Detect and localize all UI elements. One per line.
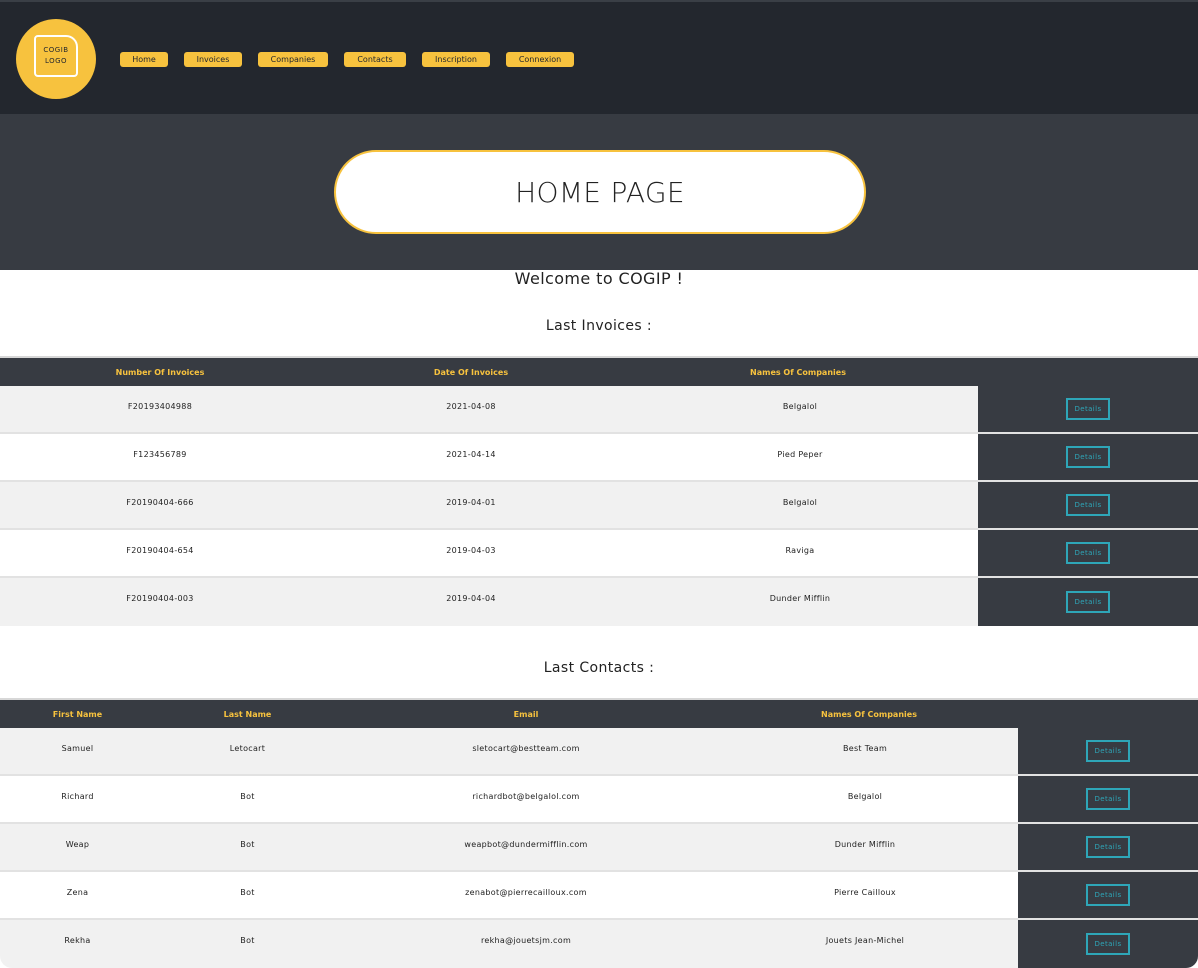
nav-home[interactable]: Home: [120, 52, 168, 67]
contact-company: Belgalol: [847, 792, 883, 801]
top-navbar: COGIB LOGO Home Invoices Companies Conta…: [0, 0, 1198, 114]
contact-email: richardbot@belgalol.com: [472, 792, 580, 801]
hero-banner: HOME PAGE: [0, 114, 1198, 270]
column-header-actions: [974, 358, 1198, 386]
page-title: HOME PAGE: [334, 150, 866, 234]
contact-first-name: Samuel: [61, 744, 94, 753]
table-row: F123456789 2021-04-14 Pied Peper Details: [0, 434, 1198, 482]
contact-last-name: Bot: [240, 840, 255, 849]
details-button[interactable]: Details: [1066, 493, 1110, 516]
contact-company: Dunder Mifflin: [834, 840, 896, 849]
nav-contacts[interactable]: Contacts: [344, 52, 406, 67]
table-row: F20190404-666 2019-04-01 Belgalol Detail…: [0, 482, 1198, 530]
row-actions: Details: [1018, 920, 1198, 968]
row-actions: Details: [1018, 728, 1198, 774]
invoice-number: F20190404-666: [126, 498, 194, 507]
table-row: Richard Bot richardbot@belgalol.com Belg…: [0, 776, 1198, 824]
column-header: Email: [513, 709, 539, 719]
column-header: First Name: [52, 709, 103, 719]
logo-text-line-2: LOGO: [44, 57, 68, 65]
invoice-number: F20190404-654: [126, 546, 194, 555]
contact-last-name: Bot: [240, 888, 255, 897]
main-nav: Home Invoices Companies Contacts Inscrip…: [120, 52, 574, 67]
contact-email: zenabot@pierrecailloux.com: [465, 888, 587, 897]
row-actions: Details: [978, 386, 1198, 432]
contact-last-name: Bot: [240, 792, 255, 801]
contacts-table: First Name Last Name Email Names Of Comp…: [0, 698, 1198, 968]
column-header: Number Of Invoices: [115, 367, 205, 377]
nav-invoices[interactable]: Invoices: [184, 52, 242, 67]
invoices-table-header: Number Of Invoices Date Of Invoices Name…: [0, 356, 1198, 386]
contact-last-name: Letocart: [229, 744, 266, 753]
invoice-date: 2019-04-04: [446, 594, 496, 603]
logo-text-line-1: COGIB: [43, 46, 69, 54]
row-actions: Details: [1018, 872, 1198, 918]
invoice-company: Belgalol: [782, 498, 818, 507]
contact-first-name: Richard: [61, 792, 94, 801]
contact-first-name: Rekha: [64, 936, 91, 945]
contact-email: rekha@jouetsjm.com: [480, 936, 572, 945]
invoices-section-title: Last Invoices :: [545, 318, 653, 334]
invoice-company: Pied Peper: [777, 450, 823, 459]
details-button[interactable]: Details: [1066, 541, 1110, 564]
row-actions: Details: [1018, 824, 1198, 870]
nav-companies[interactable]: Companies: [258, 52, 328, 67]
table-row: F20190404-654 2019-04-03 Raviga Details: [0, 530, 1198, 578]
table-row: F20193404988 2021-04-08 Belgalol Details: [0, 386, 1198, 434]
details-button[interactable]: Details: [1086, 787, 1130, 810]
table-row: Rekha Bot rekha@jouetsjm.com Jouets Jean…: [0, 920, 1198, 968]
details-button[interactable]: Details: [1086, 739, 1130, 762]
column-header-actions: [1026, 700, 1198, 728]
details-button[interactable]: Details: [1086, 883, 1130, 906]
contact-email: weapbot@dundermifflin.com: [464, 840, 588, 849]
invoices-table: Number Of Invoices Date Of Invoices Name…: [0, 356, 1198, 626]
column-header: Date Of Invoices: [433, 367, 509, 377]
nav-inscription[interactable]: Inscription: [422, 52, 490, 67]
contact-email: sletocart@bestteam.com: [472, 744, 580, 753]
column-header: Names Of Companies: [821, 709, 917, 719]
contacts-section-title: Last Contacts :: [543, 660, 655, 676]
table-row: F20190404-003 2019-04-04 Dunder Mifflin …: [0, 578, 1198, 626]
details-button[interactable]: Details: [1086, 835, 1130, 858]
invoice-number: F20193404988: [127, 402, 193, 411]
column-header: Last Name: [223, 709, 272, 719]
invoice-number: F123456789: [133, 450, 187, 459]
contact-company: Pierre Cailloux: [834, 888, 896, 897]
invoice-date: 2019-04-01: [446, 498, 496, 507]
row-actions: Details: [978, 434, 1198, 480]
contact-last-name: Bot: [240, 936, 255, 945]
nav-connexion[interactable]: Connexion: [506, 52, 574, 67]
table-row: Zena Bot zenabot@pierrecailloux.com Pier…: [0, 872, 1198, 920]
invoice-company: Belgalol: [782, 402, 818, 411]
contact-company: Jouets Jean-Michel: [825, 936, 905, 945]
row-actions: Details: [978, 530, 1198, 576]
details-button[interactable]: Details: [1066, 445, 1110, 468]
invoice-date: 2021-04-14: [446, 450, 496, 459]
contact-company: Best Team: [842, 744, 888, 753]
contacts-table-header: First Name Last Name Email Names Of Comp…: [0, 698, 1198, 728]
invoice-company: Dunder Mifflin: [769, 594, 831, 603]
contact-first-name: Zena: [66, 888, 89, 897]
row-actions: Details: [1018, 776, 1198, 822]
details-button[interactable]: Details: [1066, 397, 1110, 420]
logo-frame: COGIB LOGO: [34, 35, 78, 77]
details-button[interactable]: Details: [1066, 590, 1110, 613]
table-row: Weap Bot weapbot@dundermifflin.com Dunde…: [0, 824, 1198, 872]
invoice-number: F20190404-003: [126, 594, 194, 603]
table-row: Samuel Letocart sletocart@bestteam.com B…: [0, 728, 1198, 776]
logo[interactable]: COGIB LOGO: [16, 19, 96, 99]
row-actions: Details: [978, 578, 1198, 626]
contact-first-name: Weap: [65, 840, 90, 849]
invoice-date: 2021-04-08: [446, 402, 496, 411]
invoice-company: Raviga: [785, 546, 815, 555]
welcome-heading: Welcome to COGIP !: [514, 269, 684, 288]
row-actions: Details: [978, 482, 1198, 528]
column-header: Names Of Companies: [750, 367, 846, 377]
page: COGIB LOGO Home Invoices Companies Conta…: [0, 0, 1198, 968]
details-button[interactable]: Details: [1086, 932, 1130, 955]
invoice-date: 2019-04-03: [446, 546, 496, 555]
